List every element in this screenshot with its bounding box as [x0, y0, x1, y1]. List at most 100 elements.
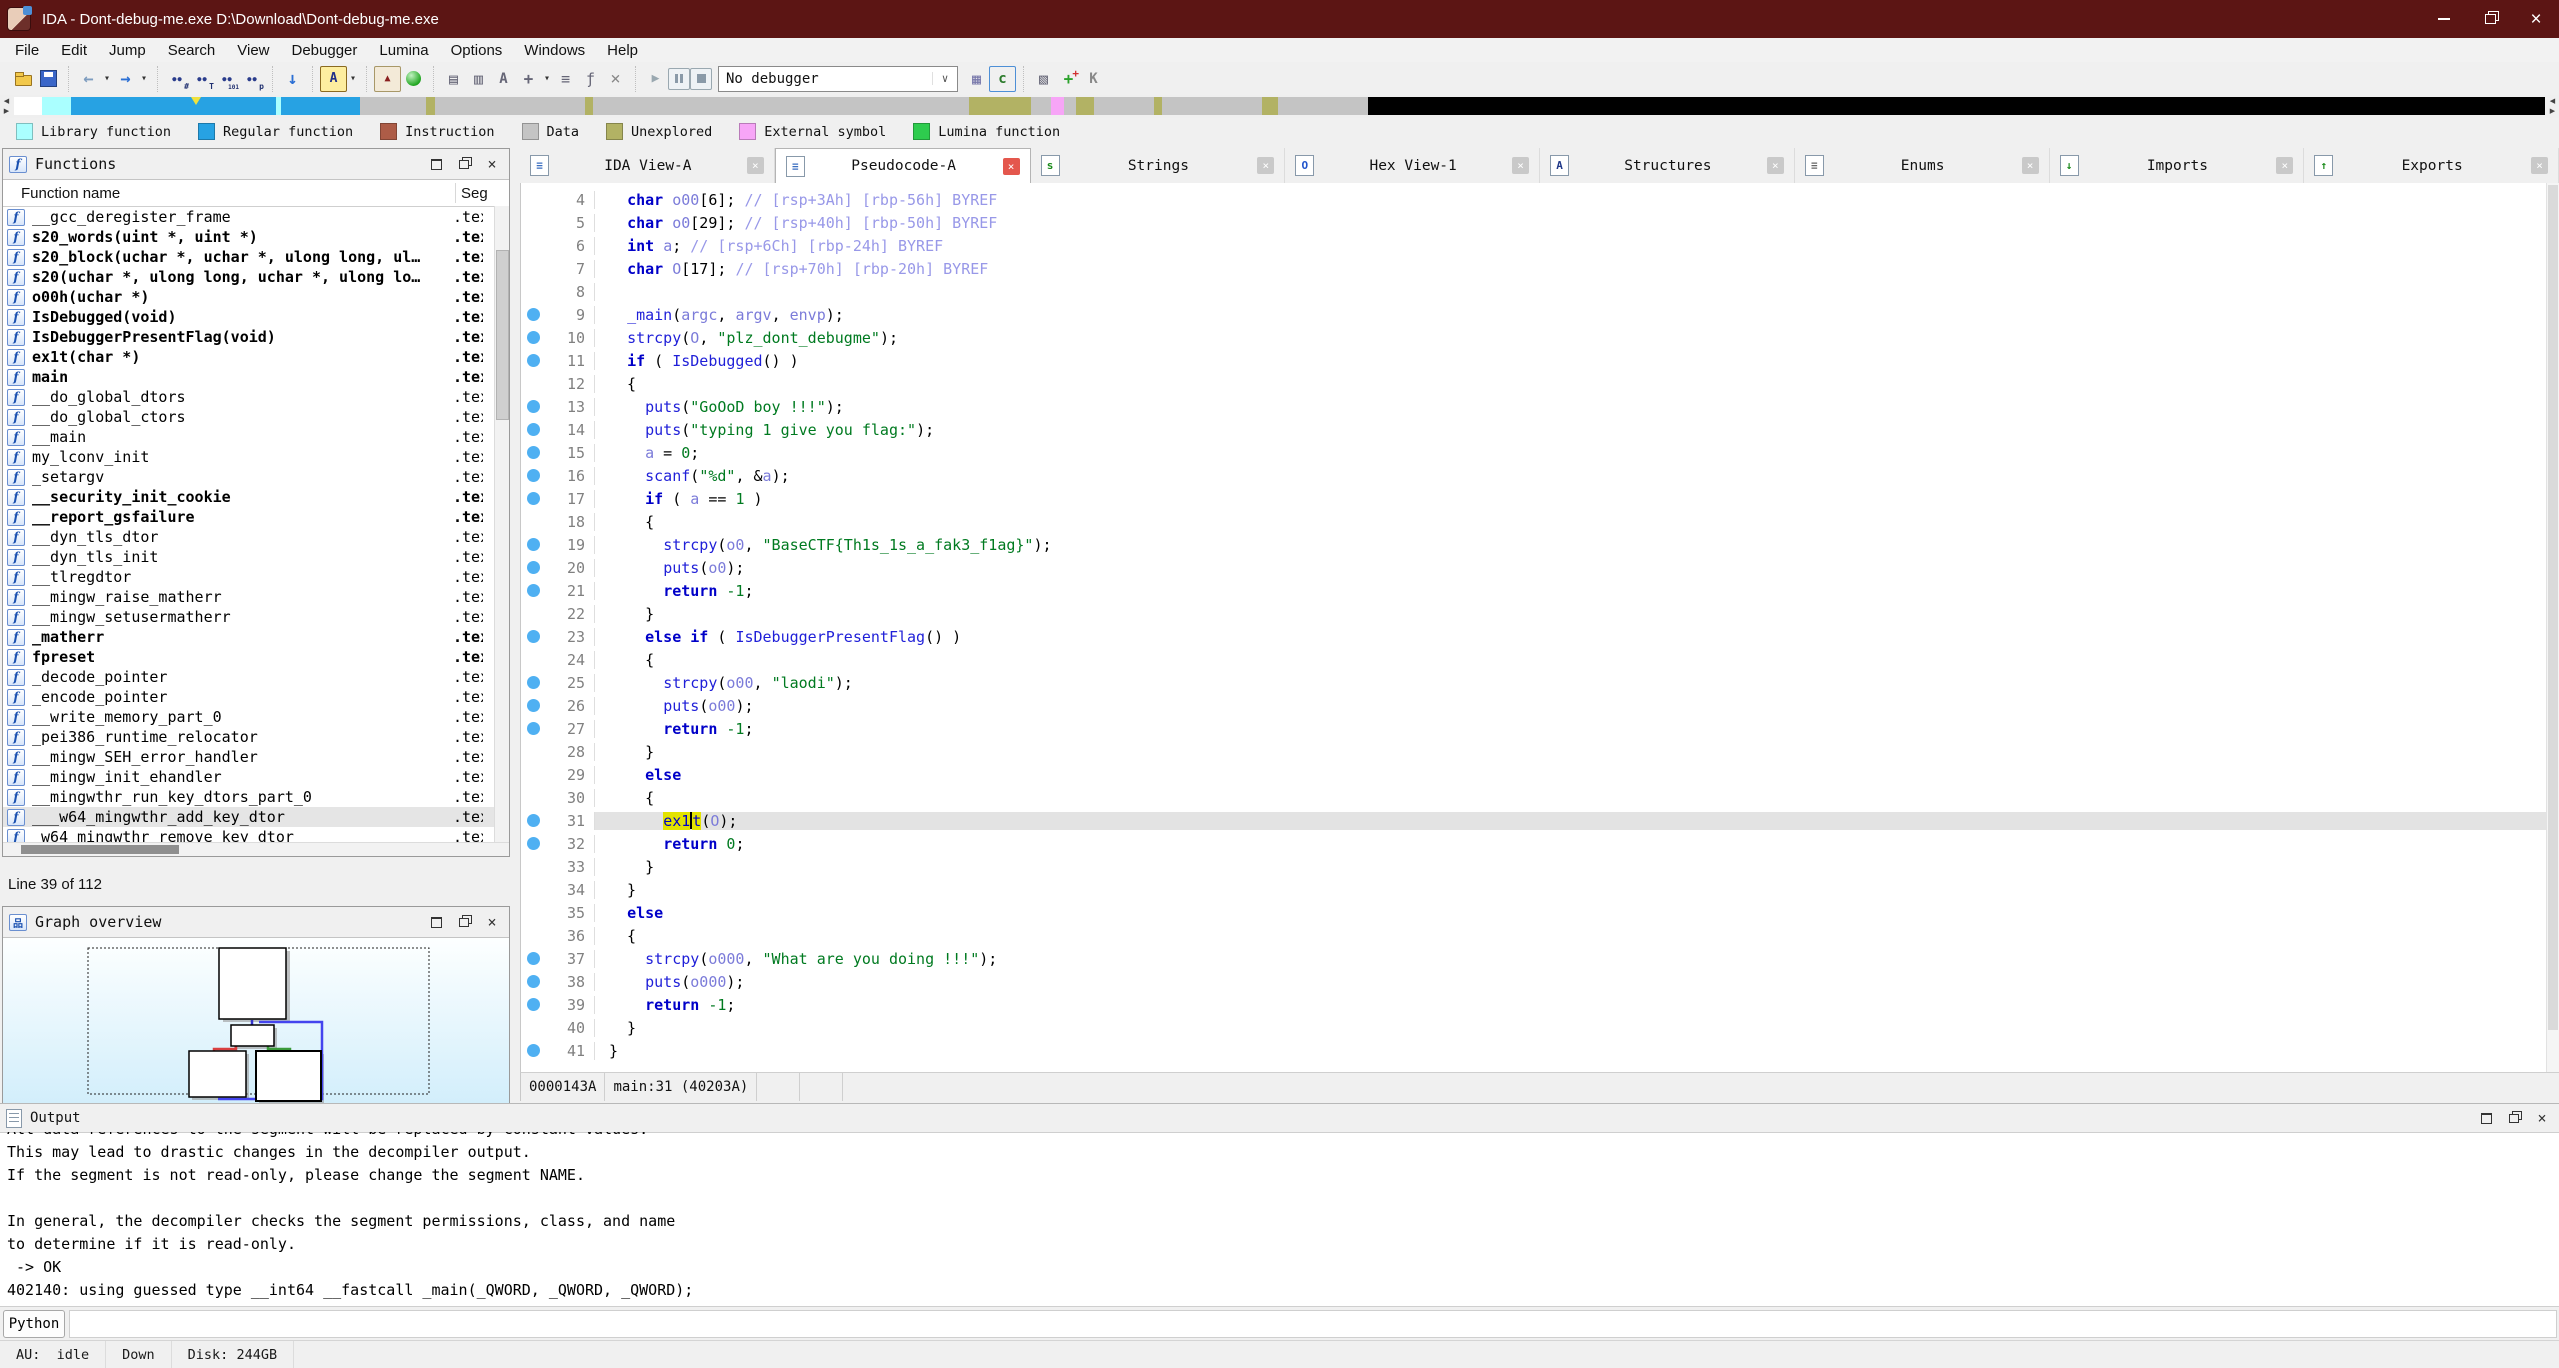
scrollbar-thumb[interactable] — [496, 250, 509, 420]
breakpoint-gutter[interactable] — [521, 630, 545, 643]
code-line[interactable]: 23 else if ( IsDebuggerPresentFlag() ) — [521, 625, 2559, 648]
function-row[interactable]: f_matherr.text — [3, 627, 509, 647]
code-line[interactable]: 21 return -1; — [521, 579, 2559, 602]
function-row[interactable]: f_decode_pointer.text — [3, 667, 509, 687]
close-panel-button[interactable]: × — [483, 914, 501, 930]
tab-close-icon[interactable]: × — [1767, 157, 1784, 174]
debugger-select-combo[interactable]: No debugger∨ — [718, 66, 958, 92]
code-text[interactable]: strcpy(o0, "BaseCTF{Th1s_1s_a_fak3_f1ag}… — [595, 536, 2559, 554]
breakpoint-gutter[interactable] — [521, 676, 545, 689]
code-text[interactable]: return -1; — [595, 720, 2559, 738]
code-text[interactable]: { — [595, 651, 2559, 669]
chevron-down-icon[interactable]: ∨ — [932, 72, 957, 85]
code-line[interactable]: 16 scanf("%d", &a); — [521, 464, 2559, 487]
close-button[interactable]: × — [2513, 0, 2559, 38]
function-row[interactable]: f_setargv.text — [3, 467, 509, 487]
code-text[interactable]: } — [595, 605, 2559, 623]
code-line[interactable]: 18 { — [521, 510, 2559, 533]
problems-icon[interactable] — [374, 66, 401, 92]
code-text[interactable]: puts(o000); — [595, 973, 2559, 991]
function-row[interactable]: f__report_gsfailure.text — [3, 507, 509, 527]
add-cross-reference-icon[interactable] — [516, 67, 541, 91]
tab-enums[interactable]: Enums× — [1795, 148, 2050, 183]
jump-address-icon[interactable] — [280, 67, 305, 91]
breakpoint-gutter[interactable] — [521, 814, 545, 827]
functions-vertical-scrollbar[interactable] — [494, 206, 509, 842]
function-row[interactable]: fmain.text — [3, 367, 509, 387]
function-row[interactable]: f__dyn_tls_init.text — [3, 547, 509, 567]
code-line[interactable]: 32 return 0; — [521, 832, 2559, 855]
menu-search[interactable]: Search — [157, 40, 227, 61]
code-line[interactable]: 25 strcpy(o00, "laodi"); — [521, 671, 2559, 694]
function-row[interactable]: fex1t(char *).text — [3, 347, 509, 367]
function-row[interactable]: fs20(uchar *, ulong long, uchar *, ulong… — [3, 267, 509, 287]
search-sequence-icon[interactable] — [215, 67, 240, 91]
column-divider[interactable] — [455, 183, 456, 203]
functions-horizontal-scrollbar[interactable] — [3, 842, 509, 856]
code-text[interactable]: else — [595, 766, 2559, 784]
maximize-panel-button[interactable] — [427, 914, 445, 930]
code-line[interactable]: 13 puts("GoOoD boy !!!"); — [521, 395, 2559, 418]
code-text[interactable]: int a; // [rsp+6Ch] [rbp-24h] BYREF — [595, 237, 2559, 255]
function-row[interactable]: f__do_global_dtors.text — [3, 387, 509, 407]
code-line[interactable]: 37 strcpy(o000, "What are you doing !!!"… — [521, 947, 2559, 970]
function-row[interactable]: f_encode_pointer.text — [3, 687, 509, 707]
pseudocode-vertical-scrollbar[interactable] — [2546, 183, 2559, 1072]
menu-file[interactable]: File — [4, 40, 50, 61]
breakpoint-gutter[interactable] — [521, 354, 545, 367]
breakpoint-gutter[interactable] — [521, 722, 545, 735]
code-line[interactable]: 38 puts(o000); — [521, 970, 2559, 993]
create-data-icon[interactable] — [466, 67, 491, 91]
breakpoint-gutter[interactable] — [521, 492, 545, 505]
code-line[interactable]: 12 { — [521, 372, 2559, 395]
breakpoint-gutter[interactable] — [521, 952, 545, 965]
code-text[interactable]: } — [595, 858, 2559, 876]
code-text[interactable]: return -1; — [595, 996, 2559, 1014]
function-row[interactable]: f__mingwthr_run_key_dtors_part_0.text — [3, 787, 509, 807]
code-text[interactable]: } — [595, 743, 2559, 761]
restore-button[interactable] — [2467, 0, 2513, 38]
code-text[interactable]: char o0[29]; // [rsp+40h] [rbp-50h] BYRE… — [595, 214, 2559, 232]
code-text[interactable]: puts(o0); — [595, 559, 2559, 577]
save-icon[interactable] — [36, 67, 61, 91]
code-text[interactable]: } — [595, 1019, 2559, 1037]
tab-imports[interactable]: Imports× — [2050, 148, 2305, 183]
code-line[interactable]: 20 puts(o0); — [521, 556, 2559, 579]
tab-close-icon[interactable]: × — [2531, 157, 2548, 174]
code-text[interactable]: else if ( IsDebuggerPresentFlag() ) — [595, 628, 2559, 646]
code-line[interactable]: 15 a = 0; — [521, 441, 2559, 464]
code-line[interactable]: 34 } — [521, 878, 2559, 901]
maximize-panel-button[interactable] — [427, 156, 445, 172]
code-line[interactable]: 4 char o00[6]; // [rsp+3Ah] [rbp-56h] BY… — [521, 188, 2559, 211]
code-line[interactable]: 11 if ( IsDebugged() ) — [521, 349, 2559, 372]
code-line[interactable]: 40 } — [521, 1016, 2559, 1039]
code-line[interactable]: 29 else — [521, 763, 2559, 786]
band-scroll-right[interactable]: ◀▶ — [2546, 96, 2559, 117]
tab-exports[interactable]: Exports× — [2304, 148, 2559, 183]
code-line[interactable]: 39 return -1; — [521, 993, 2559, 1016]
code-text[interactable]: { — [595, 375, 2559, 393]
open-file-icon[interactable] — [11, 67, 36, 91]
output-log[interactable]: All data references to the segment will … — [0, 1132, 2559, 1307]
database-snapshot-icon[interactable] — [1031, 67, 1056, 91]
code-line[interactable]: 41} — [521, 1039, 2559, 1062]
forward-dropdown-icon[interactable] — [138, 67, 150, 91]
function-row[interactable]: fIsDebuggerPresentFlag(void).text — [3, 327, 509, 347]
breakpoint-gutter[interactable] — [521, 1044, 545, 1057]
code-line[interactable]: 19 strcpy(o0, "BaseCTF{Th1s_1s_a_fak3_f1… — [521, 533, 2559, 556]
tab-close-icon[interactable]: × — [1512, 157, 1529, 174]
breakpoint-gutter[interactable] — [521, 561, 545, 574]
breakpoint-gutter[interactable] — [521, 538, 545, 551]
code-text[interactable]: { — [595, 927, 2559, 945]
code-line[interactable]: 24 { — [521, 648, 2559, 671]
menu-debugger[interactable]: Debugger — [281, 40, 369, 61]
breakpoint-gutter[interactable] — [521, 699, 545, 712]
debug-pause-icon[interactable] — [668, 68, 690, 90]
breakpoint-gutter[interactable] — [521, 308, 545, 321]
tab-ida-view-a[interactable]: IDA View-A× — [520, 148, 775, 183]
code-text[interactable]: } — [595, 1042, 2559, 1060]
float-panel-button[interactable] — [455, 156, 473, 172]
function-row[interactable]: f__mingw_raise_matherr.text — [3, 587, 509, 607]
code-text[interactable]: puts("GoOoD boy !!!"); — [595, 398, 2559, 416]
code-line[interactable]: 26 puts(o00); — [521, 694, 2559, 717]
